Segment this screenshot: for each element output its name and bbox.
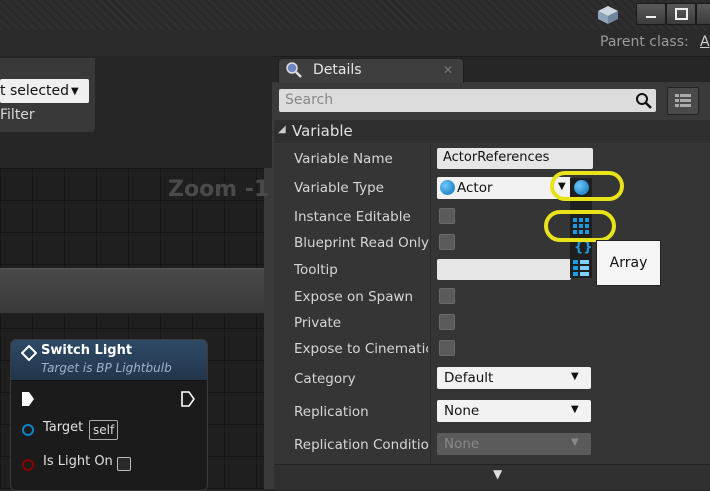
target-pin-label: Target: [43, 420, 84, 435]
tooltip-field[interactable]: [437, 259, 571, 280]
bool-pin-icon[interactable]: [22, 459, 34, 471]
is-light-on-label: Is Light On: [43, 454, 113, 469]
dropdown-arrow-icon: ▼: [71, 85, 79, 97]
instance-editable-label: Instance Editable: [294, 209, 411, 225]
node-title: Switch Light: [41, 343, 133, 358]
expose-to-cinematics-checkbox[interactable]: [439, 340, 455, 356]
grid-view-icon: [675, 94, 691, 107]
selection-dropdown-value: t selected: [0, 83, 70, 99]
target-pin-icon[interactable]: [22, 424, 34, 436]
set-icon[interactable]: {}: [574, 240, 593, 255]
maximize-button[interactable]: [666, 3, 696, 25]
blueprint-read-only-checkbox[interactable]: [439, 234, 455, 250]
parent-class-link[interactable]: A: [700, 34, 710, 50]
function-icon: [20, 344, 38, 365]
replication-label: Replication: [294, 404, 369, 420]
details-magnifier-icon: [285, 61, 303, 83]
replication-condition-value: None: [444, 436, 480, 452]
tab-details-label: Details: [313, 62, 362, 78]
tab-details[interactable]: Details ✕: [278, 58, 464, 83]
actor-type-icon: [440, 180, 455, 195]
category-value: Default: [444, 370, 494, 386]
variable-name-field[interactable]: ActorReferences: [437, 148, 593, 169]
category-dropdown[interactable]: Default ▼: [437, 367, 591, 389]
parent-class-label: Parent class:: [600, 34, 689, 50]
tab-close-icon[interactable]: ✕: [443, 63, 453, 77]
close-button[interactable]: [696, 3, 710, 25]
graph-splitter[interactable]: [264, 168, 272, 489]
advanced-expander[interactable]: ▼: [274, 464, 710, 490]
restore-icon: [674, 8, 688, 20]
category-label: Category: [294, 371, 356, 387]
replication-condition-dropdown: None ▼: [437, 433, 591, 455]
variable-name-value: ActorReferences: [443, 150, 550, 165]
exec-in-pin-icon[interactable]: [21, 391, 35, 411]
private-label: Private: [294, 315, 342, 331]
collapse-arrow-icon[interactable]: ◢: [278, 124, 286, 135]
dropdown-arrow-icon: ▼: [571, 404, 579, 415]
expose-on-spawn-label: Expose on Spawn: [294, 289, 414, 305]
switch-light-node[interactable]: Switch Light Target is BP Lightbulb Targ…: [10, 339, 208, 491]
zoom-indicator: Zoom -1: [168, 177, 270, 202]
minimize-button[interactable]: [636, 3, 666, 25]
search-placeholder: Search: [285, 92, 334, 108]
expose-on-spawn-checkbox[interactable]: [439, 288, 455, 304]
instance-editable-checkbox[interactable]: [439, 208, 455, 224]
column-divider[interactable]: [430, 144, 431, 464]
variable-type-label: Variable Type: [294, 180, 384, 196]
graph-comment-band: [0, 268, 264, 314]
replication-condition-label: Replication Condition: [294, 437, 430, 453]
filter-label: Filter: [0, 107, 35, 123]
selection-dropdown[interactable]: t selected ▼: [0, 79, 89, 103]
minimize-icon: [646, 16, 656, 18]
dropdown-arrow-icon: ▼: [571, 371, 579, 382]
blueprint-read-only-label: Blueprint Read Only: [294, 235, 430, 251]
details-search-input[interactable]: Search: [279, 89, 656, 112]
private-checkbox[interactable]: [439, 314, 455, 330]
map-icon[interactable]: [573, 260, 589, 280]
exec-out-pin-icon[interactable]: [181, 391, 195, 411]
tooltip-label: Tooltip: [294, 262, 338, 278]
view-options-button[interactable]: [667, 87, 699, 115]
array-tooltip: Array: [596, 240, 661, 286]
dropdown-arrow-icon: ▼: [571, 437, 579, 448]
variable-type-value: Actor: [457, 180, 493, 196]
unreal-logo-icon: [597, 5, 619, 25]
expand-down-icon: ▼: [493, 467, 503, 481]
search-icon[interactable]: [635, 92, 653, 114]
is-light-on-checkbox[interactable]: [117, 457, 131, 471]
variable-category-label: Variable: [292, 122, 353, 140]
expose-to-cinematics-label: Expose to Cinematic: [294, 341, 428, 357]
highlight-ring-single: [550, 171, 624, 201]
variable-name-label: Variable Name: [294, 151, 393, 167]
replication-value: None: [444, 403, 480, 419]
target-self-value[interactable]: self: [89, 420, 119, 440]
array-tooltip-text: Array: [609, 255, 648, 271]
node-subtitle: Target is BP Lightbulb: [41, 361, 172, 375]
highlight-ring-array: [544, 210, 616, 242]
replication-dropdown[interactable]: None ▼: [437, 400, 591, 422]
